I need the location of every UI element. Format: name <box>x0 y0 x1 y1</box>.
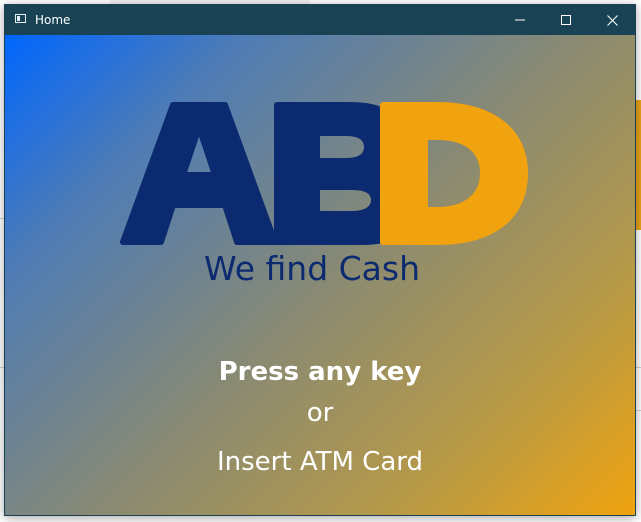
minimize-button[interactable] <box>497 5 543 35</box>
title-bar[interactable]: Home <box>5 5 635 35</box>
brand-logo <box>120 102 528 245</box>
minimize-icon <box>515 19 525 21</box>
background-window-fragment <box>636 100 641 230</box>
maximize-icon <box>561 15 571 25</box>
home-window: Home We find Cash Press any key or Inser… <box>4 4 636 516</box>
insert-card-prompt: Insert ATM Card <box>216 447 423 477</box>
logo-letter-d <box>380 102 528 245</box>
background-divider <box>636 410 641 411</box>
logo-letter-a <box>120 102 278 245</box>
background-divider <box>636 367 641 368</box>
maximize-button[interactable] <box>543 5 589 35</box>
tagline-text: We find Cash <box>204 249 420 288</box>
app-window-icon <box>15 14 26 23</box>
press-any-key-prompt: Press any key <box>218 357 422 387</box>
brand-tagline: We find Cash <box>5 249 635 289</box>
close-icon <box>606 14 618 26</box>
close-button[interactable] <box>589 5 635 35</box>
welcome-screen[interactable]: We find Cash Press any key or Insert ATM… <box>5 35 635 515</box>
window-title: Home <box>35 13 71 27</box>
or-separator: or <box>306 398 334 428</box>
